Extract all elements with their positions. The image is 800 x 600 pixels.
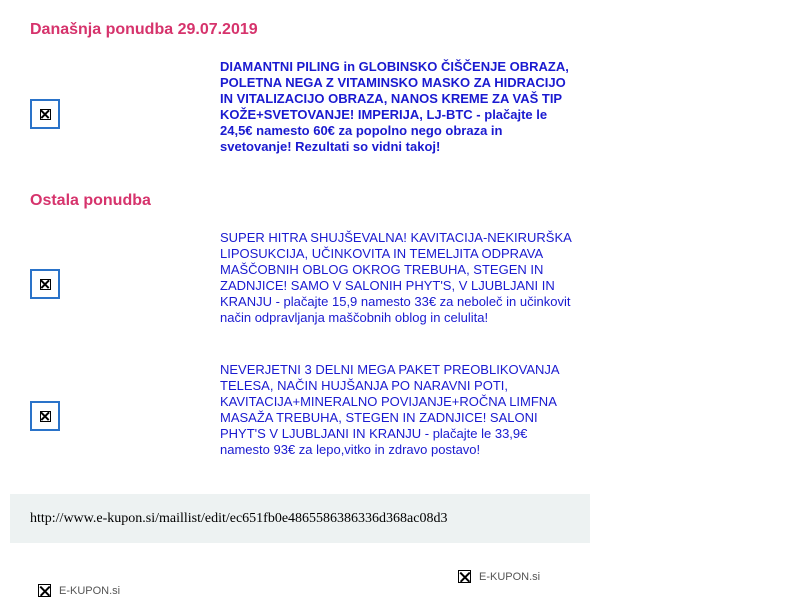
maillist-edit-url[interactable]: http://www.e-kupon.si/maillist/edit/ec65… (30, 511, 447, 527)
todays-offer-image[interactable] (30, 99, 60, 129)
broken-image-icon (38, 584, 51, 597)
offer-1-link[interactable]: SUPER HITRA SHUJŠEVALNA! KAVITACIJA-NEKI… (220, 230, 575, 326)
other-offers-heading: Ostala ponudba (30, 192, 151, 209)
maillist-link-box: http://www.e-kupon.si/maillist/edit/ec65… (10, 494, 590, 543)
broken-image-icon (39, 278, 51, 290)
offer-2-link[interactable]: NEVERJETNI 3 DELNI MEGA PAKET PREOBLIKOV… (220, 362, 575, 458)
broken-image-icon (39, 410, 51, 422)
offer-2-image[interactable] (30, 401, 60, 431)
footer-logo-right[interactable]: E-KUPON.si (458, 570, 540, 583)
footer-logo-left[interactable]: E-KUPON.si (38, 584, 120, 597)
broken-image-icon (39, 108, 51, 120)
todays-offer-heading: Današnja ponudba 29.07.2019 (30, 21, 258, 38)
todays-offer-link[interactable]: DIAMANTNI PILING in GLOBINSKO ČIŠČENJE O… (220, 59, 575, 155)
footer-logo-left-text: E-KUPON.si (59, 584, 121, 597)
broken-image-icon (458, 570, 471, 583)
offer-1-image[interactable] (30, 269, 60, 299)
footer-logo-right-text: E-KUPON.si (479, 570, 541, 583)
